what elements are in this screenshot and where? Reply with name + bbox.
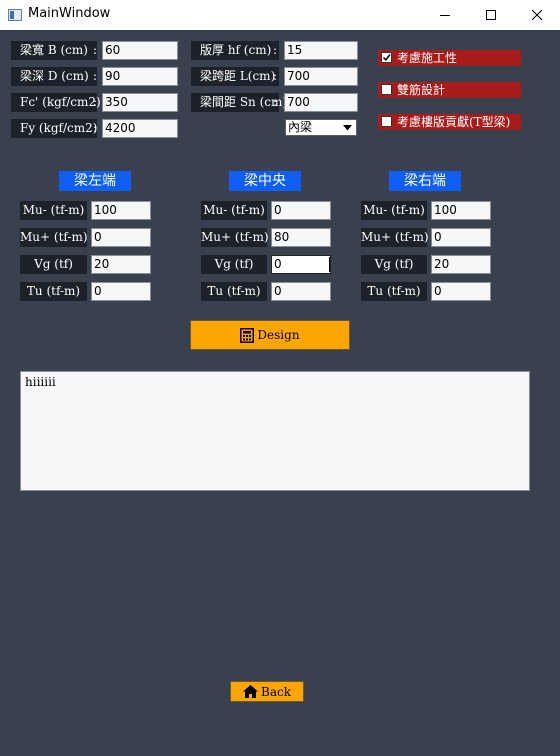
section-title-left-end: 梁左端	[59, 171, 131, 191]
mid-mu-pos-input[interactable]: 80	[271, 228, 331, 247]
beam-depth-label: 梁深 D (cm)	[11, 67, 97, 86]
fy-input[interactable]: 4200	[102, 119, 178, 138]
option-double-reinforcement-label: 雙筋設計	[397, 83, 446, 97]
mid-mu-neg-label: Mu- (tf-m)	[201, 201, 267, 220]
maximize-button[interactable]	[468, 0, 514, 30]
home-icon	[243, 685, 259, 698]
checkbox-icon[interactable]	[381, 116, 392, 127]
left-tu-label: Tu (tf-m)	[20, 282, 87, 301]
option-constructability[interactable]: 考慮施工性	[378, 50, 521, 66]
right-vg-input[interactable]: 20	[431, 255, 491, 274]
window-title: MainWindow	[28, 6, 111, 21]
mid-mu-pos-label: Mu+ (tf-m)	[201, 228, 269, 247]
beam-spacing-input[interactable]: 700	[284, 93, 358, 112]
mid-mu-neg-input[interactable]: 0	[271, 201, 331, 220]
left-mu-pos-input[interactable]: 0	[91, 228, 151, 247]
right-tu-input[interactable]: 0	[431, 282, 491, 301]
fc-input[interactable]: 350	[102, 93, 178, 112]
mid-vg-input[interactable]: 0	[271, 255, 331, 274]
beam-span-label: 梁跨距 L(cm)	[191, 67, 279, 86]
output-text-area[interactable]: hiiiiii	[20, 371, 530, 491]
right-tu-label: Tu (tf-m)	[361, 282, 427, 301]
option-double-reinforcement[interactable]: 雙筋設計	[378, 82, 521, 98]
beam-spacing-label: 梁間距 Sn (cm)	[191, 93, 287, 112]
dropdown-arrow-icon	[341, 122, 354, 133]
slab-thickness-input[interactable]: 15	[284, 41, 358, 60]
beam-depth-input[interactable]: 90	[102, 67, 178, 86]
minimize-icon	[440, 15, 450, 16]
section-title-right-end: 梁右端	[389, 171, 461, 191]
beam-type-value: 內梁	[288, 120, 313, 134]
mid-vg-label: Vg (tf)	[201, 255, 267, 274]
beam-width-label: 梁寬 B (cm)	[11, 41, 97, 60]
left-mu-pos-label: Mu+ (tf-m)	[20, 228, 88, 247]
checkbox-icon[interactable]	[381, 84, 392, 95]
slab-thickness-label: 版厚 hf (cm)	[191, 41, 279, 60]
left-tu-input[interactable]: 0	[91, 282, 151, 301]
calculator-icon	[240, 327, 255, 343]
minimize-button[interactable]	[422, 0, 468, 30]
checkbox-checked-icon[interactable]	[381, 52, 392, 63]
left-mu-neg-input[interactable]: 100	[91, 201, 151, 220]
close-button[interactable]	[514, 0, 560, 30]
app-icon	[8, 9, 22, 21]
option-slab-contribution[interactable]: 考慮樓版貢獻(T型梁)	[378, 114, 521, 130]
fc-label: Fc' (kgf/cm2)	[11, 93, 101, 112]
maximize-icon	[486, 10, 496, 20]
right-mu-neg-label: Mu- (tf-m)	[361, 201, 427, 220]
section-title-middle: 梁中央	[229, 171, 301, 191]
design-button-label: Design	[257, 328, 300, 342]
beam-type-select[interactable]: 內梁	[285, 119, 357, 136]
mid-tu-label: Tu (tf-m)	[201, 282, 267, 301]
left-vg-input[interactable]: 20	[91, 255, 151, 274]
title-bar: MainWindow	[0, 0, 560, 30]
design-button[interactable]: Design	[190, 320, 350, 350]
beam-width-input[interactable]: 60	[102, 41, 178, 60]
back-button-label: Back	[261, 684, 291, 699]
left-vg-label: Vg (tf)	[20, 255, 87, 274]
left-mu-neg-label: Mu- (tf-m)	[20, 201, 87, 220]
back-button[interactable]: Back	[230, 681, 304, 702]
beam-span-input[interactable]: 700	[284, 67, 358, 86]
fy-label: Fy (kgf/cm2)	[11, 119, 97, 138]
output-text: hiiiiii	[25, 375, 56, 389]
right-vg-label: Vg (tf)	[361, 255, 427, 274]
mid-tu-input[interactable]: 0	[271, 282, 331, 301]
right-mu-pos-input[interactable]: 0	[431, 228, 491, 247]
option-constructability-label: 考慮施工性	[397, 51, 458, 65]
right-mu-pos-label: Mu+ (tf-m)	[361, 228, 429, 247]
option-slab-contribution-label: 考慮樓版貢獻(T型梁)	[397, 115, 511, 129]
close-icon	[532, 10, 542, 20]
right-mu-neg-input[interactable]: 100	[431, 201, 491, 220]
text-cursor	[329, 257, 330, 272]
